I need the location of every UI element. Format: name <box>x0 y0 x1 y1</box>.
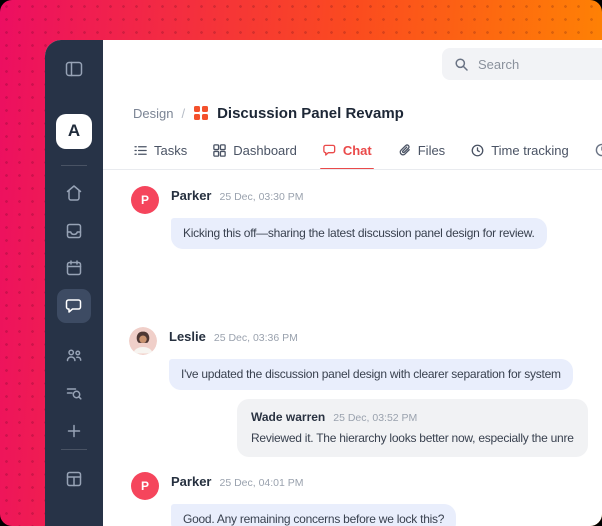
search-list-icon[interactable] <box>57 376 91 410</box>
message: Leslie 25 Dec, 03:36 PM I've updated the… <box>129 327 573 390</box>
tabs-bar: Tasks Dashboard Chat Files Time tracking <box>103 142 602 170</box>
message: P Parker 25 Dec, 04:01 PM Good. Any rema… <box>131 472 457 526</box>
avatar-parker: P <box>131 472 159 500</box>
breadcrumb-parent[interactable]: Design <box>133 106 173 121</box>
tab-files[interactable]: Files <box>397 143 445 158</box>
message-author: Parker <box>171 474 212 489</box>
tab-dashboard[interactable]: Dashboard <box>212 143 297 158</box>
clock-icon <box>470 143 485 158</box>
tab-chat[interactable]: Chat <box>319 143 374 170</box>
search-icon <box>454 57 468 71</box>
chat-bubble-icon <box>322 143 337 158</box>
avatar-parker: P <box>131 186 159 214</box>
main-content: Design / Discussion Panel Revamp <box>103 40 602 526</box>
topbar <box>103 40 602 80</box>
search-bar[interactable] <box>442 48 602 80</box>
message-author: Leslie <box>169 329 206 344</box>
message: P Parker 25 Dec, 03:30 PM Kicking this o… <box>131 186 547 249</box>
gradient-backdrop: A Search Design / Discussion Panel Revam… <box>0 0 602 526</box>
history-clock-icon[interactable] <box>594 142 602 158</box>
message-timestamp: 25 Dec, 03:36 PM <box>213 332 298 344</box>
panel-toggle-icon[interactable] <box>57 52 91 86</box>
sidebar-bottom-divider <box>61 449 87 451</box>
message-bubble: Good. Any remaining concerns before we l… <box>171 504 457 526</box>
reply-author: Wade warren <box>251 410 326 424</box>
paperclip-icon <box>397 143 412 158</box>
tab-tasks[interactable]: Tasks <box>133 143 187 158</box>
inbox-icon[interactable] <box>57 214 91 248</box>
message-timestamp: 25 Dec, 04:01 PM <box>219 477 304 489</box>
add-icon[interactable] <box>57 414 91 448</box>
chat-area: P Parker 25 Dec, 03:30 PM Kicking this o… <box>103 170 602 526</box>
message-author: Parker <box>171 188 212 203</box>
calendar-icon[interactable] <box>57 251 91 285</box>
app-window: A Search Design / Discussion Panel Revam… <box>45 40 602 526</box>
tab-time-tracking[interactable]: Time tracking <box>470 143 569 158</box>
breadcrumb-separator: / <box>181 105 186 121</box>
page-title: Discussion Panel Revamp <box>217 104 404 122</box>
tasks-list-icon <box>133 143 148 158</box>
reply-timestamp: 25 Dec, 03:52 PM <box>333 412 418 424</box>
message-bubble: I've updated the discussion panel design… <box>169 359 573 390</box>
dashboard-grid-icon <box>212 143 227 158</box>
reply-bubble: Wade warren 25 Dec, 03:52 PM Reviewed it… <box>237 399 588 457</box>
team-icon[interactable] <box>57 339 91 373</box>
sidebar-divider <box>61 165 87 167</box>
breadcrumb: Design / Discussion Panel Revamp <box>133 104 602 122</box>
message-timestamp: 25 Dec, 03:30 PM <box>219 191 304 203</box>
message-bubble: Kicking this off—sharing the latest disc… <box>171 218 547 249</box>
chat-icon[interactable] <box>57 289 91 323</box>
avatar-leslie <box>129 327 157 355</box>
project-grid-icon <box>193 105 209 121</box>
workspace-logo[interactable]: A <box>56 113 92 150</box>
search-input[interactable] <box>476 55 602 73</box>
board-icon[interactable] <box>57 462 91 496</box>
reply-text: Reviewed it. The hierarchy looks better … <box>251 431 574 445</box>
home-icon[interactable] <box>57 176 91 210</box>
sidebar: A <box>45 40 103 526</box>
